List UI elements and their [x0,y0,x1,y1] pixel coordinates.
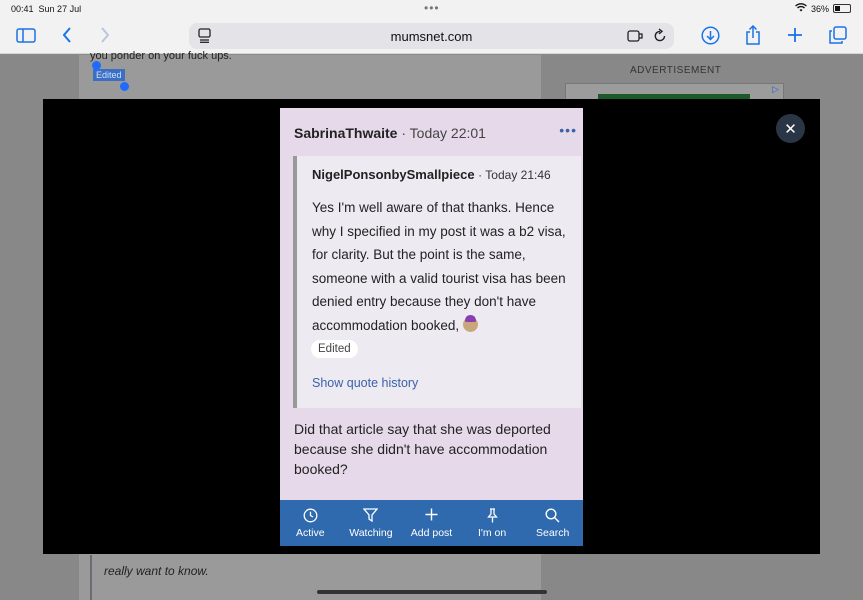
screenshot-image: SabrinaThwaite · Today 22:01 ••• NigelPo… [280,108,583,546]
close-button[interactable]: ✕ [776,114,805,143]
status-time: 00:41 Sun 27 Jul [11,4,82,14]
quote-header: NigelPonsonbySmallpiece · Today 21:46 [312,167,551,182]
forward-icon[interactable] [96,24,114,46]
post-card: SabrinaThwaite · Today 22:01 ••• NigelPo… [280,108,583,500]
post-author: SabrinaThwaite [294,125,398,141]
selected-edited-label[interactable]: Edited [93,69,125,81]
advertisement-label: ADVERTISEMENT [630,65,722,76]
multitasking-dots-icon[interactable]: ••• [424,1,440,15]
home-indicator[interactable] [317,590,547,594]
nav-im-on: I'm on [462,500,523,546]
background-text: you ponder on your fuck ups. [90,50,232,62]
quote-bar [90,555,92,600]
status-bar: 00:41 Sun 27 Jul ••• 36% [0,0,863,18]
wifi-icon [795,3,807,14]
quote-body: Yes I'm well aware of that thanks. Hence… [312,200,566,333]
facepalm-emoji-icon [462,314,478,332]
more-options-icon: ••• [559,122,577,138]
selection-handle-end[interactable] [120,82,129,91]
bottom-navigation: Active Watching Add post I'm on Search [280,500,583,546]
pin-icon [486,507,498,525]
filter-icon [363,507,379,525]
status-right: 36% [795,3,851,14]
share-icon[interactable] [744,24,762,46]
close-icon: ✕ [784,120,797,138]
sidebar-icon[interactable] [14,24,38,46]
ad-choices-icon[interactable]: ▷ [772,84,779,95]
browser-toolbar: mumsnet.com [0,18,863,54]
search-icon [545,507,560,525]
quote-time: Today 21:46 [485,168,551,182]
reload-icon[interactable] [653,28,667,48]
translate-icon[interactable] [627,29,643,48]
quote-author: NigelPonsonbySmallpiece [312,167,475,182]
nav-add-post: Add post [401,500,462,546]
nav-search: Search [522,500,583,546]
clock-icon [303,508,318,525]
download-icon[interactable] [700,24,720,46]
back-icon[interactable] [58,24,76,46]
edited-badge: Edited [311,340,358,358]
battery-percent: 36% [810,3,829,14]
tabs-overview-icon[interactable] [828,24,848,46]
post-time: Today 22:01 [409,125,486,141]
show-quote-history-link: Show quote history [312,376,419,390]
nav-watching: Watching [341,500,402,546]
battery-icon [833,4,851,13]
background-quote-text: really want to know. [104,564,209,578]
nav-active: Active [280,500,341,546]
address-bar[interactable]: mumsnet.com [189,23,674,49]
post-header: SabrinaThwaite · Today 22:01 [294,125,486,141]
quoted-post: NigelPonsonbySmallpiece · Today 21:46 Ye… [293,156,581,408]
selection-handle-start[interactable] [92,61,101,70]
plus-icon [425,508,438,525]
url-text: mumsnet.com [390,29,473,44]
new-tab-icon[interactable] [786,24,804,46]
reply-text: Did that article say that she was deport… [294,421,551,477]
